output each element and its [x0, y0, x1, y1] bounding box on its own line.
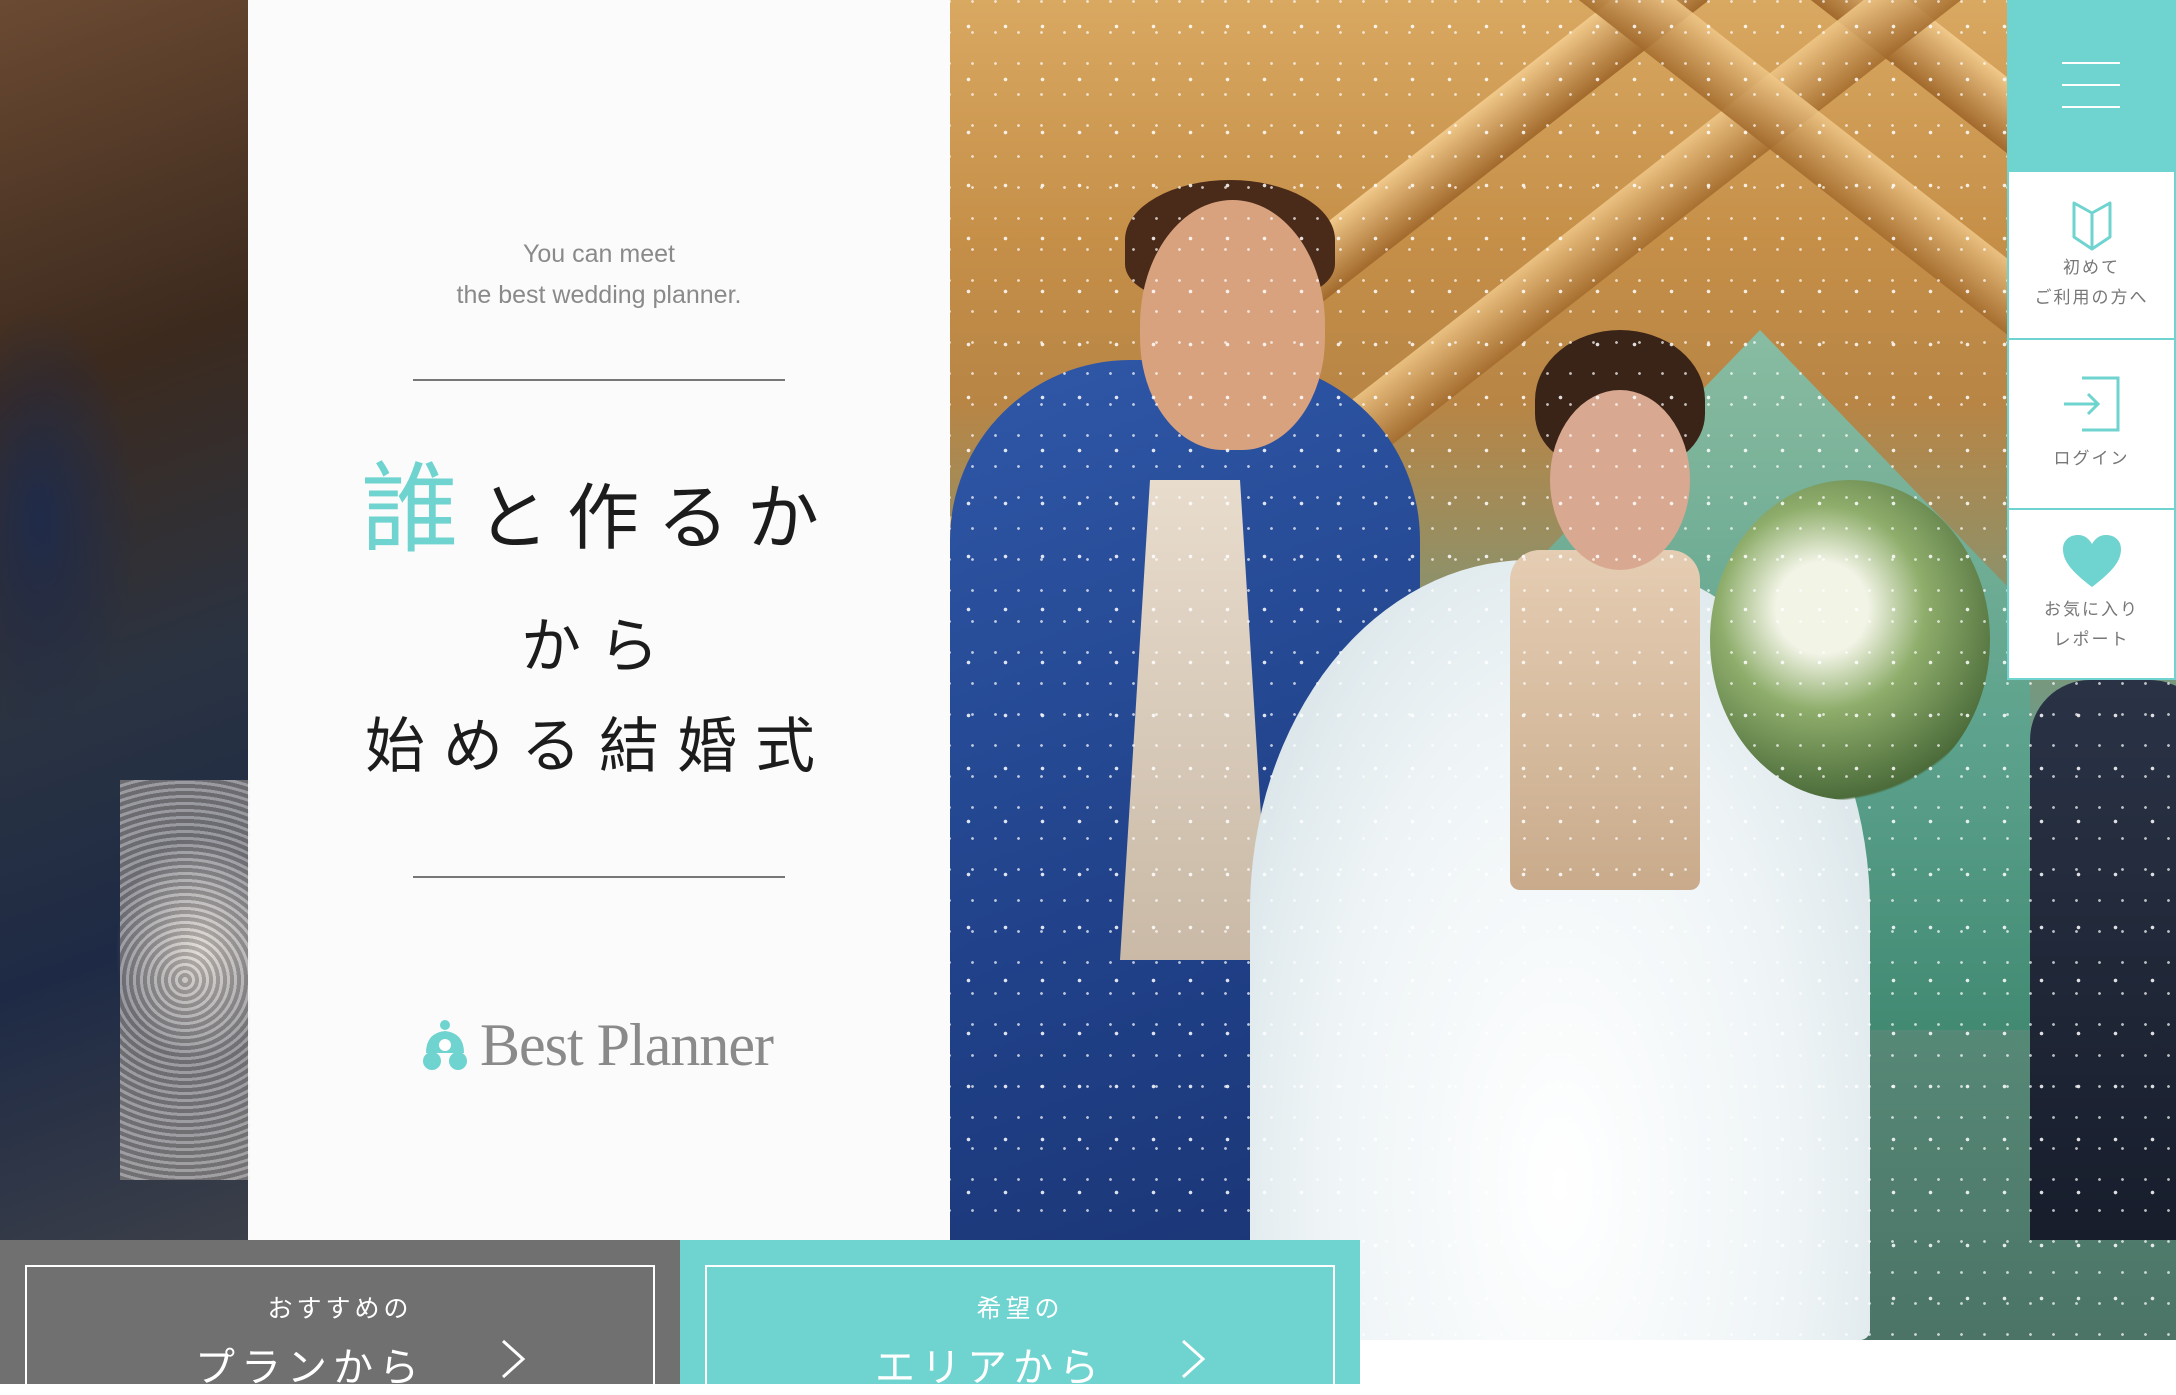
rice-shower: [950, 0, 2176, 1340]
headline-line-3: 始める結婚式: [365, 712, 833, 782]
hero-photo-couple: [950, 0, 2176, 1340]
divider-bottom: [413, 876, 785, 878]
side-nav-first-time[interactable]: 初めて ご利用の方へ: [2007, 170, 2176, 340]
side-nav: 初めて ご利用の方へ ログイン お気に入り レポート: [2007, 170, 2176, 680]
login-icon: [2063, 376, 2119, 432]
chevron-right-icon: [501, 1339, 526, 1379]
headline-line-1: 誰と作るか: [248, 461, 950, 563]
heart-icon: [2062, 535, 2121, 587]
background-photo-left: [0, 0, 250, 1240]
side-nav-login[interactable]: ログイン: [2007, 340, 2176, 510]
menu-button[interactable]: [2007, 0, 2176, 170]
button-sub-label: 希望の: [976, 1294, 1064, 1323]
tagline-line-1: You can meet: [523, 240, 675, 268]
area-search-frame: 希望の エリアから: [705, 1265, 1335, 1395]
side-nav-favorites[interactable]: お気に入り レポート: [2007, 510, 2176, 680]
headline-accent: 誰: [360, 453, 477, 567]
divider-top: [413, 379, 785, 381]
lace-detail: [120, 780, 250, 1180]
carriage-logo-icon: [423, 1020, 467, 1070]
area-search-button[interactable]: 希望の エリアから: [680, 1240, 1360, 1395]
headline-line-2: から: [521, 612, 677, 682]
side-nav-label: 初めて ご利用の方へ: [2034, 258, 2149, 308]
button-sub-label: おすすめの: [267, 1294, 413, 1323]
logo-text: Best Planner: [480, 1011, 774, 1078]
side-nav-label: お気に入り レポート: [2044, 600, 2139, 650]
book-icon: [2072, 201, 2111, 251]
headline-line-1-text: と作るか: [477, 476, 838, 560]
hero-panel: You can meet the best wedding planner. 誰…: [248, 0, 950, 1240]
plan-search-button[interactable]: おすすめの プランから: [0, 1240, 680, 1395]
side-nav-label: ログイン: [2053, 449, 2130, 469]
page-bottom-edge: [1360, 1340, 2176, 1384]
brand-logo[interactable]: Best Planner: [418, 1005, 798, 1085]
plan-search-frame: おすすめの プランから: [25, 1265, 655, 1395]
hamburger-menu-icon: [2062, 62, 2120, 64]
tagline-line-2: the best wedding planner.: [456, 281, 742, 309]
chevron-right-icon: [1181, 1339, 1206, 1379]
hero-tagline: You can meet the best wedding planner.: [248, 234, 950, 316]
